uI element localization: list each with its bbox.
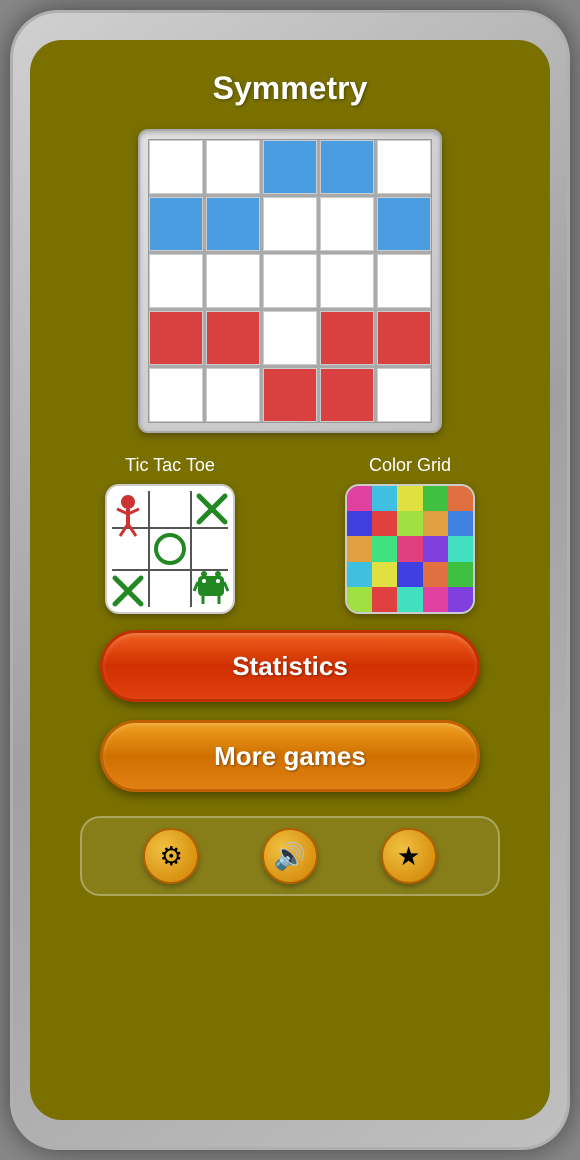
colorgrid-icon[interactable]: [345, 484, 475, 614]
settings-icon-button[interactable]: ⚙: [143, 828, 199, 884]
grid-cell: [149, 311, 203, 365]
grid-cell: [320, 197, 374, 251]
color-grid-cell: [372, 536, 397, 561]
color-grid-cell: [423, 511, 448, 536]
symmetry-grid: [148, 139, 432, 423]
color-grid-cell: [397, 486, 422, 511]
color-grid-cell: [347, 536, 372, 561]
grid-cell: [377, 140, 431, 194]
game-item-colorgrid[interactable]: Color Grid: [345, 455, 475, 614]
grid-cell: [320, 254, 374, 308]
grid-cell: [263, 197, 317, 251]
color-grid-cell: [448, 562, 473, 587]
grid-cell: [149, 254, 203, 308]
statistics-button[interactable]: Statistics: [100, 630, 480, 702]
ttt-icon[interactable]: [105, 484, 235, 614]
grid-cell: [206, 368, 260, 422]
grid-cell: [320, 368, 374, 422]
bottom-toolbar: ⚙ 🔊 ★: [80, 816, 500, 896]
color-grid-cell: [423, 587, 448, 612]
color-grid-cell: [448, 536, 473, 561]
star-icon: ★: [397, 841, 420, 872]
grid-cell: [263, 140, 317, 194]
grid-cell: [206, 197, 260, 251]
color-grid-cell: [423, 536, 448, 561]
color-grid-cell: [372, 511, 397, 536]
color-grid-cell: [397, 587, 422, 612]
grid-cell: [206, 140, 260, 194]
star-icon-button[interactable]: ★: [381, 828, 437, 884]
grid-cell: [263, 311, 317, 365]
game-item-ttt[interactable]: Tic Tac Toe: [105, 455, 235, 614]
grid-cell: [377, 311, 431, 365]
color-grid-cell: [372, 486, 397, 511]
grid-cell: [263, 254, 317, 308]
more-games-button[interactable]: More games: [100, 720, 480, 792]
ttt-label: Tic Tac Toe: [125, 455, 215, 476]
color-grid-cell: [372, 562, 397, 587]
sound-icon-button[interactable]: 🔊: [262, 828, 318, 884]
app-title: Symmetry: [213, 70, 368, 107]
grid-cell: [149, 197, 203, 251]
color-grid-cell: [347, 511, 372, 536]
settings-icon: ⚙: [160, 841, 183, 872]
color-grid-cell: [423, 486, 448, 511]
color-grid-cell: [397, 536, 422, 561]
grid-cell: [377, 254, 431, 308]
color-grid-cell: [347, 587, 372, 612]
grid-cell: [263, 368, 317, 422]
games-row: Tic Tac Toe: [50, 455, 530, 614]
phone-shell: Symmetry Tic Tac Toe: [10, 10, 570, 1150]
color-grid-cell: [448, 486, 473, 511]
color-grid-cell: [448, 511, 473, 536]
ttt-svg: [107, 486, 233, 612]
grid-cell: [377, 368, 431, 422]
color-grid-cell: [397, 562, 422, 587]
color-grid-cell: [347, 562, 372, 587]
color-grid-cell: [448, 587, 473, 612]
symmetry-grid-container: [138, 129, 442, 433]
phone-screen: Symmetry Tic Tac Toe: [30, 40, 550, 1120]
color-grid-cell: [423, 562, 448, 587]
colorgrid-label: Color Grid: [369, 455, 451, 476]
grid-cell: [377, 197, 431, 251]
color-grid-cell: [347, 486, 372, 511]
color-grid-cell: [397, 511, 422, 536]
grid-cell: [149, 368, 203, 422]
grid-cell: [149, 140, 203, 194]
grid-cell: [206, 311, 260, 365]
grid-cell: [320, 311, 374, 365]
color-grid-cell: [372, 587, 397, 612]
grid-cell: [206, 254, 260, 308]
grid-cell: [320, 140, 374, 194]
sound-icon: 🔊: [274, 841, 306, 872]
